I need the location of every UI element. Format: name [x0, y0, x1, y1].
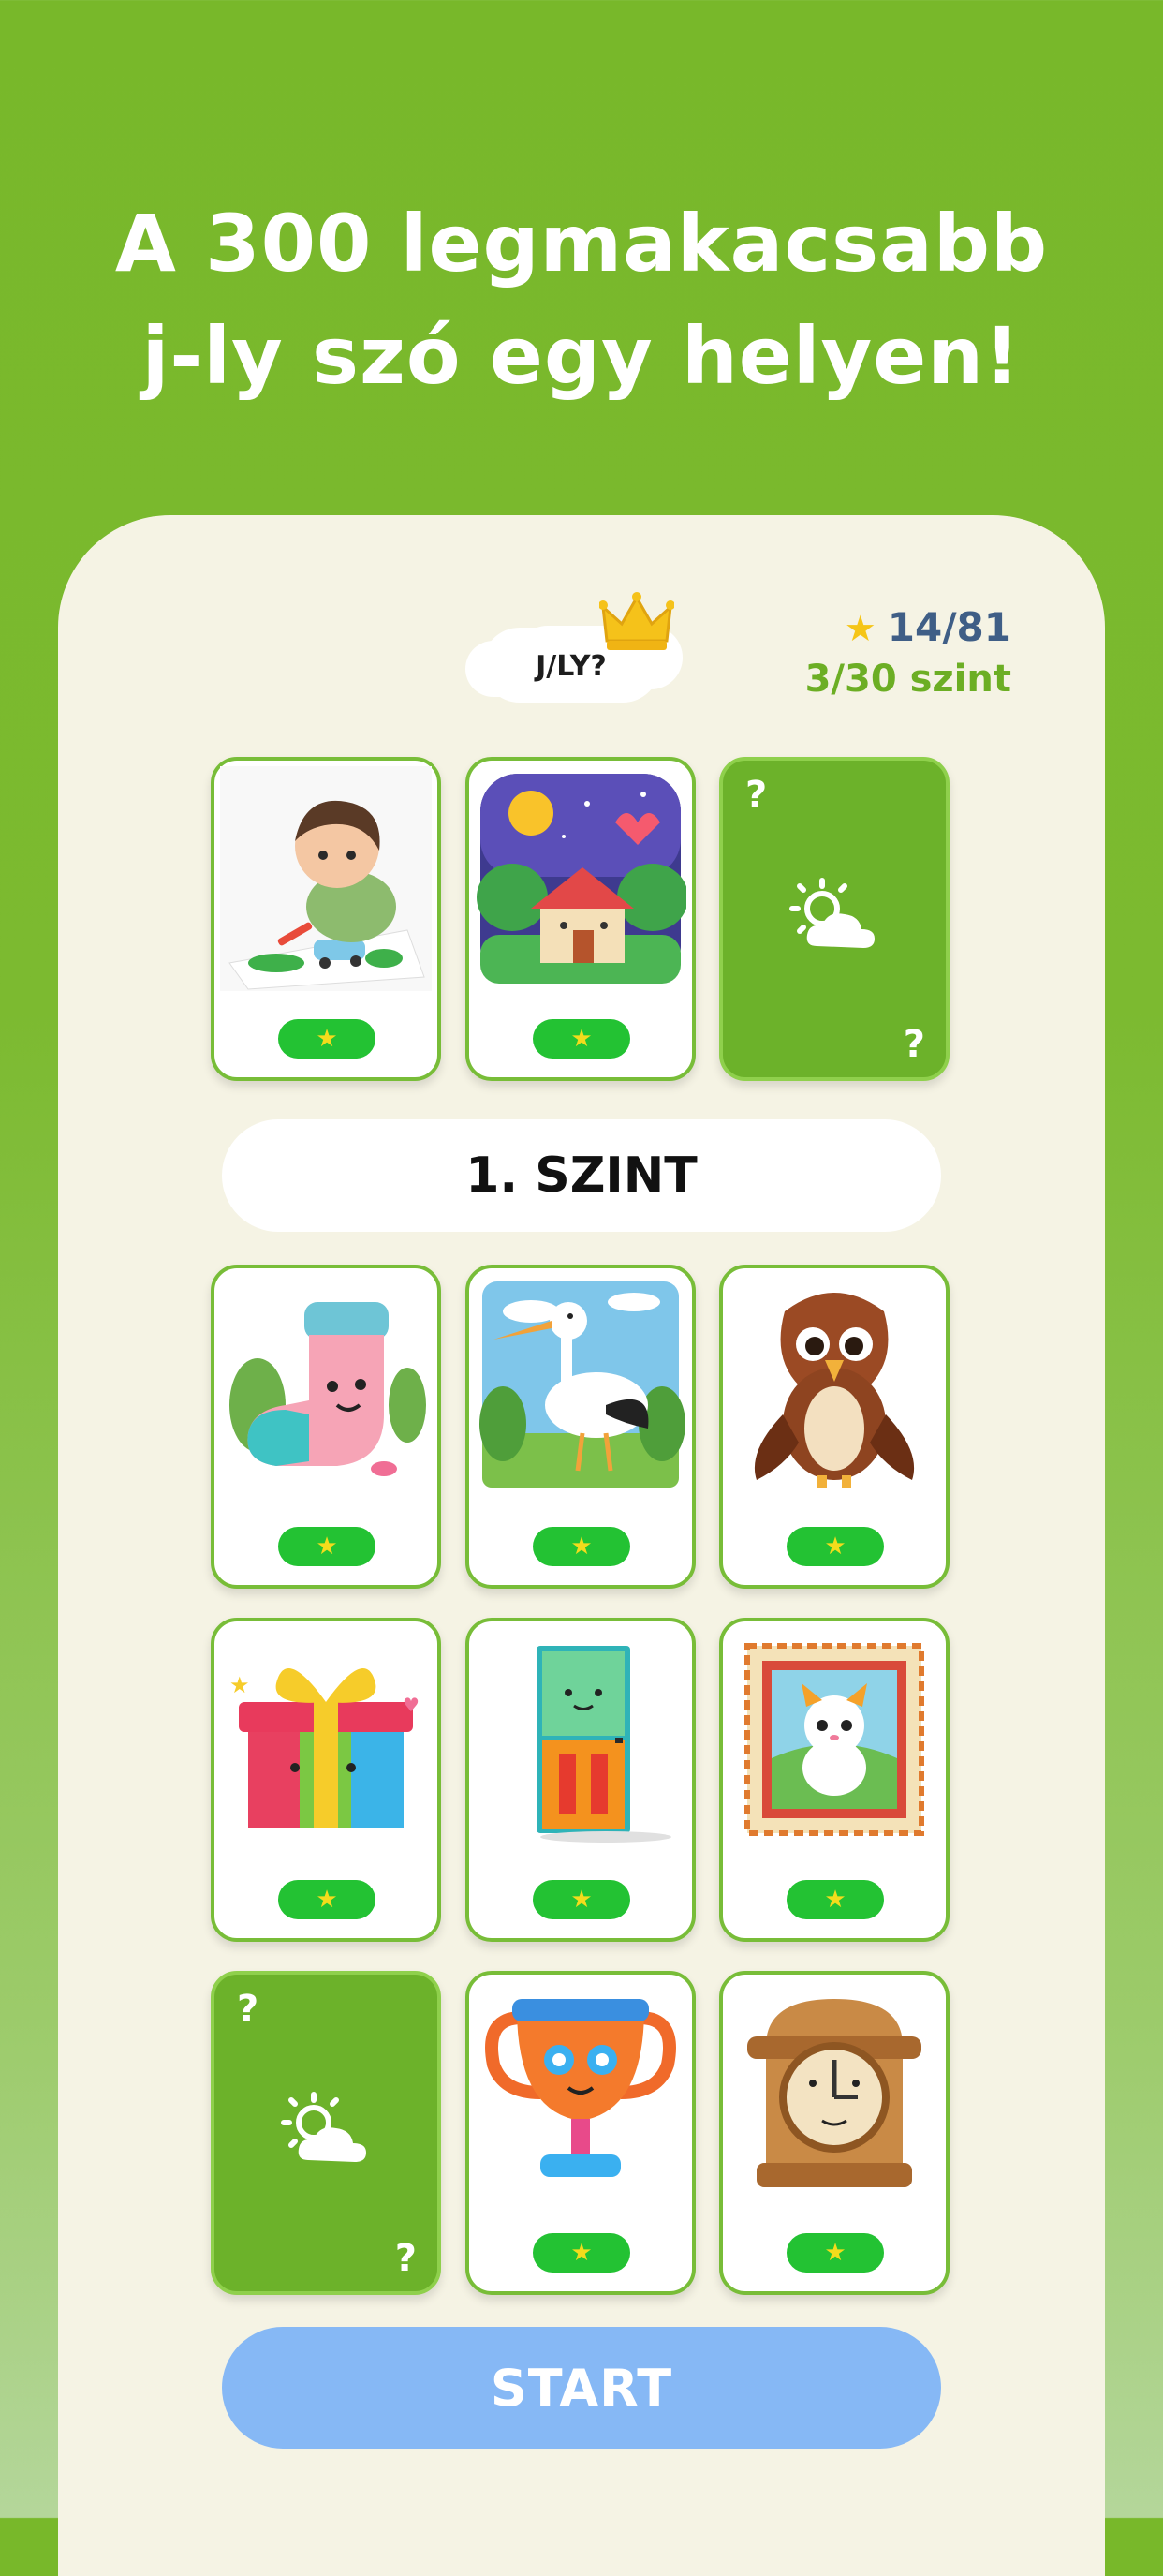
question-mark: ?: [745, 774, 768, 817]
star-icon: ★: [570, 1025, 593, 1053]
star-icon: ★: [824, 1886, 846, 1914]
svg-text:★: ★: [229, 1672, 250, 1698]
locked-card[interactable]: ? ?: [719, 757, 950, 1081]
svg-text:♥: ♥: [403, 1694, 420, 1716]
headline-line-1: A 300 legmakacsabb: [114, 198, 1049, 289]
word-card[interactable]: ★: [719, 1618, 950, 1942]
star-icon: ★: [316, 1532, 338, 1561]
star-badge: ★: [787, 1880, 884, 1919]
word-card[interactable]: ★: [465, 1618, 696, 1942]
star-badge: ★: [787, 1527, 884, 1566]
question-mark: ?: [903, 1023, 925, 1066]
house-night-sky-icon: [477, 774, 686, 984]
star-icon: ★: [570, 2239, 593, 2267]
word-card[interactable]: ★: [465, 1971, 696, 2295]
stars-count: 14/81: [887, 604, 1011, 650]
stars-counter: ★ 14/81: [824, 604, 1011, 650]
gift-box-icon: ★ ♥: [229, 1668, 420, 1828]
word-card[interactable]: ★: [211, 757, 441, 1081]
locked-card[interactable]: ? ?: [211, 1971, 441, 2295]
level-label: 1. SZINT: [222, 1119, 941, 1232]
weather-icon: [789, 878, 875, 948]
weather-icon: [281, 2092, 366, 2162]
star-badge: ★: [278, 1019, 375, 1059]
hawk-icon: [754, 1293, 915, 1488]
star-badge: ★: [533, 1527, 630, 1566]
star-icon: ★: [570, 1886, 593, 1914]
star-badge: ★: [533, 2233, 630, 2273]
star-badge: ★: [278, 1880, 375, 1919]
crown-icon: [599, 592, 674, 650]
star-badge: ★: [787, 2233, 884, 2273]
question-mark: ?: [394, 2237, 417, 2280]
word-card[interactable]: ★: [719, 1265, 950, 1589]
word-card[interactable]: ★: [211, 1265, 441, 1589]
star-icon: ★: [844, 608, 876, 649]
star-icon: ★: [824, 1532, 846, 1561]
star-icon: ★: [316, 1886, 338, 1914]
sock-icon: [229, 1302, 426, 1476]
question-mark: ?: [237, 1988, 259, 2031]
star-badge: ★: [533, 1019, 630, 1059]
star-badge: ★: [278, 1527, 375, 1566]
level-progress: 3/30 szint: [804, 658, 1011, 701]
star-badge: ★: [533, 1880, 630, 1919]
stamp-icon: [744, 1643, 924, 1836]
star-icon: ★: [824, 2239, 846, 2267]
headline-line-2: j-ly szó egy helyen!: [141, 310, 1022, 402]
word-card[interactable]: ★: [465, 1265, 696, 1589]
clock-icon: [747, 1999, 921, 2187]
word-card[interactable]: ★: [465, 757, 696, 1081]
trophy-icon: [485, 1999, 676, 2177]
start-button[interactable]: START: [222, 2327, 941, 2449]
stork-icon: [479, 1281, 685, 1488]
word-card[interactable]: ★: [719, 1971, 950, 2295]
door-icon: [537, 1646, 671, 1843]
word-card[interactable]: ★ ♥ ★: [211, 1618, 441, 1942]
boy-drawing-icon: [220, 766, 432, 991]
star-icon: ★: [316, 1025, 338, 1053]
star-icon: ★: [570, 1532, 593, 1561]
headline: A 300 legmakacsabb j-ly szó egy helyen!: [0, 187, 1163, 412]
